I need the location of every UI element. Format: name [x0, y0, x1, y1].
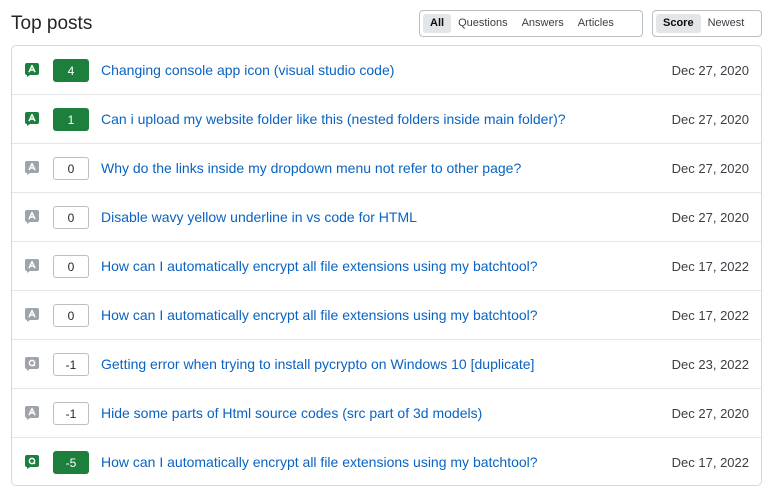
filter-answers-button[interactable]: Answers — [515, 14, 571, 33]
score-badge: -1 — [53, 402, 89, 425]
post-row: 1 Can i upload my website folder like thi… — [12, 95, 761, 144]
post-title-link[interactable]: Hide some parts of Html source codes (sr… — [101, 404, 482, 422]
post-date: Dec 17, 2022 — [671, 308, 749, 323]
score-badge: 4 — [53, 59, 89, 82]
answer-icon — [25, 63, 39, 77]
post-date: Dec 27, 2020 — [671, 112, 749, 127]
post-date: Dec 27, 2020 — [671, 406, 749, 421]
post-date: Dec 17, 2022 — [671, 455, 749, 470]
post-date: Dec 27, 2020 — [671, 161, 749, 176]
top-posts-header: Top posts All Questions Answers Articles… — [0, 0, 773, 46]
post-list: 4 Changing console app icon (visual studi… — [11, 45, 762, 486]
post-title-link[interactable]: Why do the links inside my dropdown menu… — [101, 159, 521, 177]
filter-all-button[interactable]: All — [423, 14, 452, 33]
post-row: -1 Getting error when trying to install p… — [12, 340, 761, 389]
post-row: 0 Disable wavy yellow underline in vs cod… — [12, 193, 761, 242]
question-icon — [25, 455, 39, 469]
score-badge: 0 — [53, 304, 89, 327]
post-title-link[interactable]: How can I automatically encrypt all file… — [101, 257, 538, 275]
top-posts-panel: Top posts All Questions Answers Articles… — [0, 0, 773, 498]
post-title-link[interactable]: How can I automatically encrypt all file… — [101, 306, 538, 324]
sort-score-button[interactable]: Score — [656, 14, 701, 33]
score-badge: 1 — [53, 108, 89, 131]
sort-filter: Score Newest — [652, 10, 762, 37]
post-title-link[interactable]: Changing console app icon (visual studio… — [101, 61, 394, 79]
post-row: -5 How can I automatically encrypt all fi… — [12, 438, 761, 485]
score-badge: 0 — [53, 255, 89, 278]
answer-icon — [25, 406, 39, 420]
post-date: Dec 27, 2020 — [671, 63, 749, 78]
answer-icon — [25, 112, 39, 126]
score-badge: -1 — [53, 353, 89, 376]
answer-icon — [25, 259, 39, 273]
post-title-link[interactable]: Getting error when trying to install pyc… — [101, 355, 534, 373]
score-badge: -5 — [53, 451, 89, 474]
filter-questions-button[interactable]: Questions — [451, 14, 515, 33]
post-row: 0 How can I automatically encrypt all fil… — [12, 242, 761, 291]
post-type-filter: All Questions Answers Articles — [419, 10, 643, 37]
post-row: 0 Why do the links inside my dropdown men… — [12, 144, 761, 193]
post-row: -1 Hide some parts of Html source codes (… — [12, 389, 761, 438]
answer-icon — [25, 308, 39, 322]
answer-icon — [25, 210, 39, 224]
answer-icon — [25, 161, 39, 175]
post-row: 0 How can I automatically encrypt all fil… — [12, 291, 761, 340]
sort-newest-button[interactable]: Newest — [701, 14, 752, 33]
filter-articles-button[interactable]: Articles — [571, 14, 621, 33]
post-title-link[interactable]: How can I automatically encrypt all file… — [101, 453, 538, 471]
question-icon — [25, 357, 39, 371]
post-row: 4 Changing console app icon (visual studi… — [12, 46, 761, 95]
score-badge: 0 — [53, 206, 89, 229]
post-date: Dec 17, 2022 — [671, 259, 749, 274]
post-title-link[interactable]: Disable wavy yellow underline in vs code… — [101, 208, 417, 226]
score-badge: 0 — [53, 157, 89, 180]
page-title: Top posts — [11, 13, 93, 34]
post-title-link[interactable]: Can i upload my website folder like this… — [101, 110, 566, 128]
post-date: Dec 23, 2022 — [671, 357, 749, 372]
post-date: Dec 27, 2020 — [671, 210, 749, 225]
